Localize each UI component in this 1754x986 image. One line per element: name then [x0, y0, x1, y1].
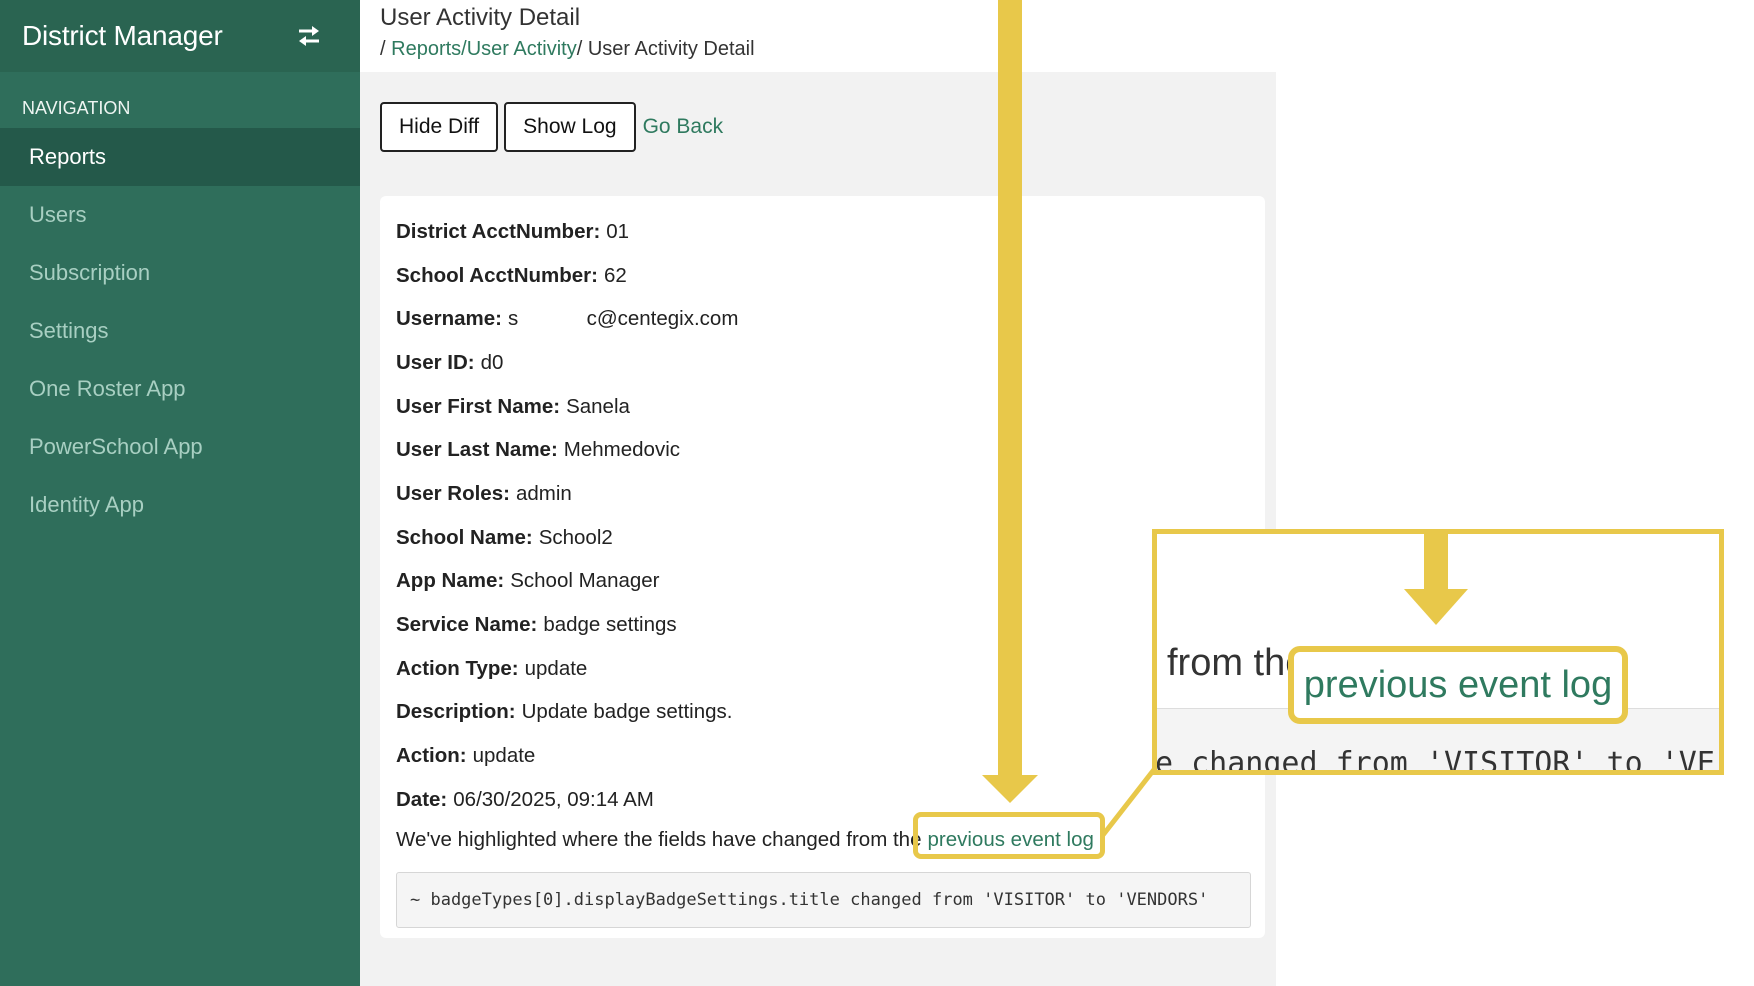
field-app-name: App Name: School Manager — [396, 560, 738, 604]
page-title: User Activity Detail — [380, 4, 581, 31]
field-label: School Name: — [396, 525, 533, 549]
sidebar-item-reports[interactable]: Reports — [0, 128, 360, 186]
field-label: App Name: — [396, 569, 505, 593]
content-area: Hide Diff Show Log Go Back District Acct… — [360, 72, 1276, 986]
page-header: User Activity Detail / Reports/User Acti… — [360, 0, 1754, 72]
field-value: Mehmedovic — [563, 438, 681, 462]
field-value: badge settings — [543, 613, 677, 637]
sidebar-item-subscription[interactable]: Subscription — [0, 244, 360, 302]
field-value: 62 — [604, 263, 627, 287]
annotation-highlight-box — [913, 812, 1105, 859]
field-date: Date: 06/30/2025, 09:14 AM — [396, 778, 738, 822]
field-label: User First Name: — [396, 394, 561, 418]
field-value: s c@centegix.com — [507, 307, 739, 331]
sidebar-item-users[interactable]: Users — [0, 186, 360, 244]
breadcrumb: / Reports/User Activity/ User Activity D… — [380, 38, 1754, 61]
annotation-zoom-panel: from the e changed from 'VISITOR' to 'VE… — [1152, 529, 1724, 775]
detail-fields: District AcctNumber: 01 School AcctNumber… — [396, 210, 738, 822]
go-back-link[interactable]: Go Back — [643, 115, 724, 139]
hide-diff-button[interactable]: Hide Diff — [380, 102, 499, 152]
breadcrumb-current: / User Activity Detail — [576, 38, 755, 60]
annotation-arrow-line — [998, 0, 1022, 775]
field-action: Action: update — [396, 734, 738, 778]
nav-list: Reports Users Subscription Settings One … — [0, 128, 360, 534]
sidebar-item-identity-app[interactable]: Identity App — [0, 476, 360, 534]
show-log-button[interactable]: Show Log — [504, 102, 636, 152]
field-school-acct-number: School AcctNumber: 62 — [396, 254, 738, 298]
nav-heading: NAVIGATION — [22, 98, 131, 118]
breadcrumb-separator: / — [380, 38, 392, 60]
breadcrumb-link-user-activity[interactable]: Reports/User Activity — [391, 38, 577, 60]
field-label: Action Type: — [396, 656, 519, 680]
sidebar-item-powerschool-app[interactable]: PowerSchool App — [0, 418, 360, 476]
sidebar-item-one-roster-app[interactable]: One Roster App — [0, 360, 360, 418]
field-user-id: User ID: d0 — [396, 341, 738, 385]
field-district-acct-number: District AcctNumber: 01 — [396, 210, 738, 254]
field-label: Username: — [396, 307, 502, 331]
swap-arrows-icon[interactable] — [294, 21, 324, 51]
toolbar: Hide Diff Show Log Go Back — [380, 102, 723, 152]
diff-output: ~ badgeTypes[0].displayBadgeSettings.tit… — [396, 872, 1251, 928]
field-school-name: School Name: School2 — [396, 516, 738, 560]
field-value: 01 — [606, 219, 630, 243]
field-label: Action: — [396, 744, 467, 768]
field-user-roles: User Roles: admin — [396, 472, 738, 516]
field-value: School Manager — [510, 569, 660, 593]
field-value: admin — [515, 481, 572, 505]
diff-note-text: We've highlighted where the fields have … — [396, 828, 922, 851]
field-value: update — [472, 744, 536, 768]
zoom-arrow-stem — [1424, 534, 1448, 589]
sidebar: District Manager NAVIGATION Reports User… — [0, 0, 360, 986]
field-label: User ID: — [396, 350, 475, 374]
field-value: Sanela — [566, 394, 630, 418]
sidebar-header: District Manager — [0, 0, 360, 72]
field-label: Date: — [396, 787, 448, 811]
field-label: Service Name: — [396, 613, 538, 637]
field-value: School2 — [538, 525, 613, 549]
field-user-last-name: User Last Name: Mehmedovic — [396, 428, 738, 472]
zoom-link-highlight: previous event log — [1288, 646, 1628, 724]
zoom-code-text: e changed from 'VISITOR' to 'VE — [1155, 746, 1715, 775]
field-label: District AcctNumber: — [396, 219, 601, 243]
app-brand: District Manager — [22, 20, 223, 51]
field-label: Description: — [396, 700, 516, 724]
field-username: Username: s c@centegix.com — [396, 297, 738, 341]
zoom-context-text: from the — [1167, 642, 1307, 684]
field-service-name: Service Name: badge settings — [396, 603, 738, 647]
field-description: Description: Update badge settings. — [396, 691, 738, 735]
field-label: User Last Name: — [396, 438, 558, 462]
field-action-type: Action Type: update — [396, 647, 738, 691]
field-value: Update badge settings. — [521, 700, 733, 724]
annotation-arrowhead — [982, 775, 1038, 803]
detail-card: District AcctNumber: 01 School AcctNumber… — [380, 196, 1265, 938]
field-label: User Roles: — [396, 481, 510, 505]
field-label: School AcctNumber: — [396, 263, 598, 287]
field-value: d0 — [480, 350, 504, 374]
field-user-first-name: User First Name: Sanela — [396, 385, 738, 429]
field-value: 06/30/2025, 09:14 AM — [453, 787, 654, 811]
zoom-arrowhead — [1404, 589, 1468, 625]
sidebar-item-settings[interactable]: Settings — [0, 302, 360, 360]
field-value: update — [524, 656, 588, 680]
zoom-previous-event-log-link: previous event log — [1303, 663, 1613, 706]
